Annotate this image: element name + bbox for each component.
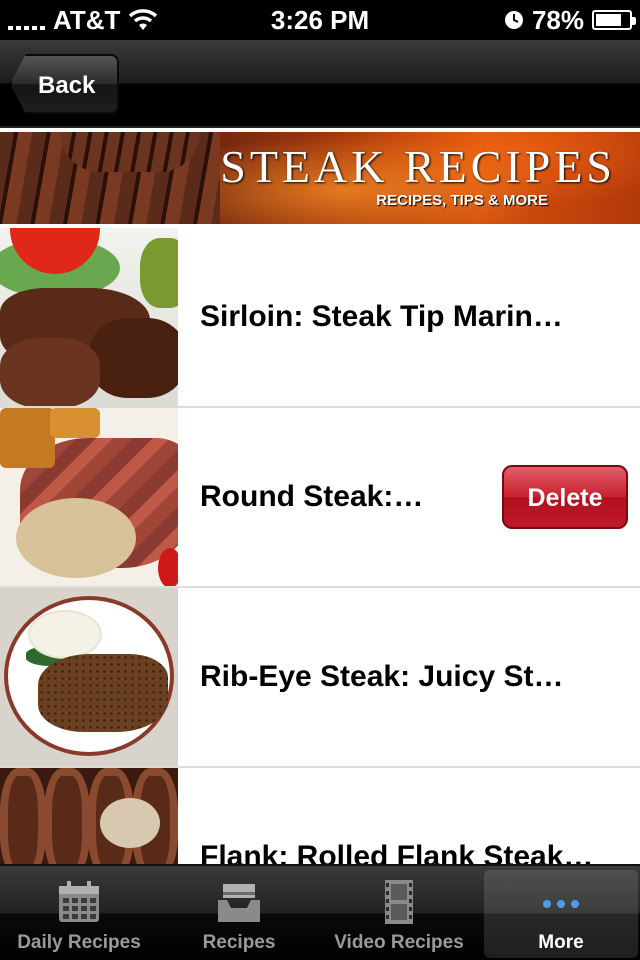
steak-recipes-banner: STEAK RECIPES RECIPES, TIPS & MORE (0, 132, 640, 224)
round-steak-thumbnail (0, 408, 178, 586)
inbox-tray-icon (218, 884, 260, 922)
status-right: 78% (504, 0, 636, 40)
more-dots-icon (543, 900, 579, 908)
sirloin-thumbnail (0, 228, 178, 406)
tab-more[interactable]: More (484, 870, 638, 958)
list-item[interactable]: Sirloin: Steak Tip Marin… (0, 228, 640, 408)
banner-title: STEAK RECIPES (220, 141, 616, 192)
banner-subtitle: RECIPES, TIPS & MORE (376, 192, 548, 209)
tab-label: More (538, 932, 584, 953)
tab-bar: Daily Recipes Recipes Video Recipes More (0, 864, 640, 960)
recipe-list-view[interactable]: STEAK RECIPES RECIPES, TIPS & MORE Sirlo… (0, 128, 640, 864)
rib-eye-thumbnail (0, 588, 178, 766)
grilled-steak-image-detail (60, 132, 200, 172)
recipe-title: Flank: Rolled Flank Steak… (200, 840, 594, 864)
status-bar: AT&T 3:26 PM 78% (0, 0, 640, 40)
battery-percent: 78% (531, 4, 584, 35)
tab-daily-recipes[interactable]: Daily Recipes (2, 870, 156, 958)
battery-icon (592, 10, 636, 30)
tab-label: Video Recipes (334, 932, 464, 953)
recipe-title: Round Steak:… (200, 480, 424, 513)
tab-recipes[interactable]: Recipes (162, 870, 316, 958)
list-item[interactable]: Flank: Rolled Flank Steak… (0, 768, 640, 864)
navigation-bar: Back (0, 40, 640, 128)
recipe-list: Sirloin: Steak Tip Marin… Round Steak:… … (0, 228, 640, 864)
list-item[interactable]: Round Steak:… Delete (0, 408, 640, 588)
recipe-title: Rib-Eye Steak: Juicy St… (200, 660, 564, 693)
film-strip-icon (385, 880, 413, 924)
clock-lock-icon (504, 11, 523, 29)
flank-thumbnail (0, 768, 178, 864)
calendar-icon (59, 881, 99, 922)
tab-label: Daily Recipes (17, 932, 141, 953)
tab-label: Recipes (202, 932, 276, 953)
list-item[interactable]: Rib-Eye Steak: Juicy St… (0, 588, 640, 768)
recipe-title: Sirloin: Steak Tip Marin… (200, 300, 563, 333)
delete-button[interactable]: Delete (502, 465, 628, 529)
tab-video-recipes[interactable]: Video Recipes (322, 870, 476, 958)
back-button[interactable]: Back (10, 54, 120, 114)
